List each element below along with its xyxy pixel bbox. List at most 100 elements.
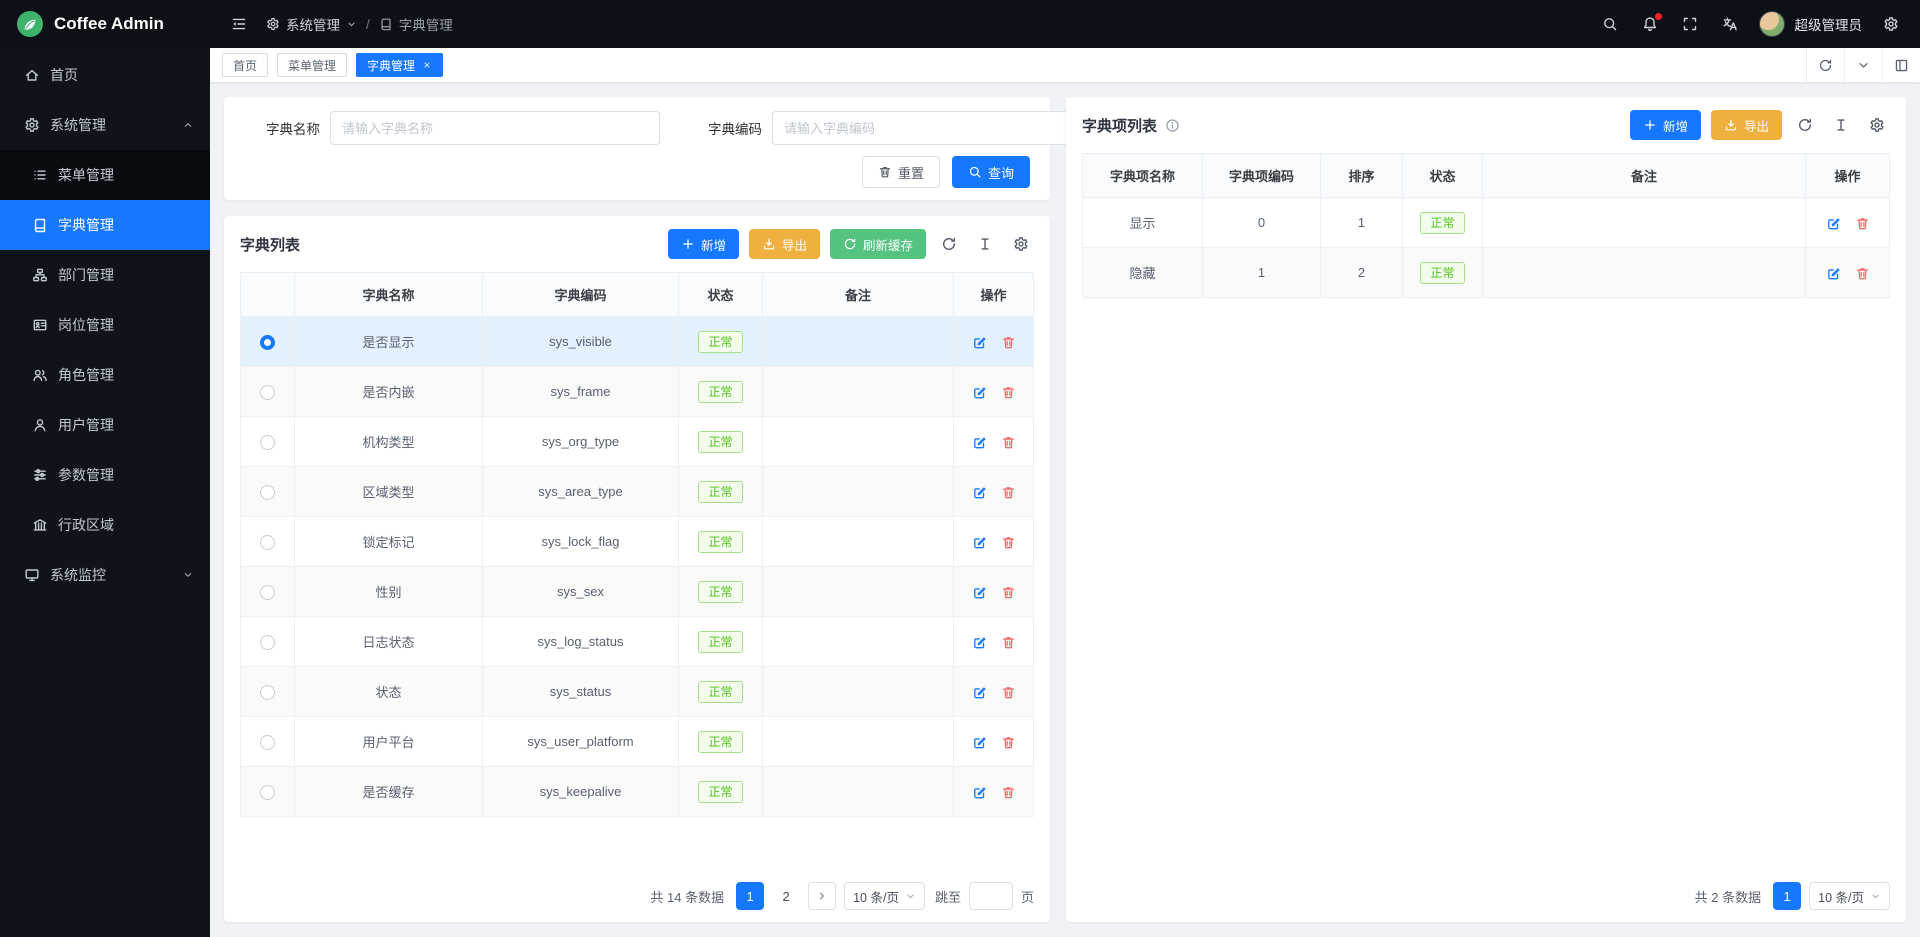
sidebar-item-menu-management[interactable]: 菜单管理 — [0, 150, 210, 200]
table-column-width-button[interactable] — [972, 231, 998, 257]
jump-input[interactable] — [969, 882, 1013, 910]
sidebar-item-system-monitor[interactable]: 系统监控 — [0, 550, 210, 600]
edit-button[interactable] — [972, 335, 987, 350]
sidebar-item-post-management[interactable]: 岗位管理 — [0, 300, 210, 350]
breadcrumb-item-system[interactable]: 系统管理 — [266, 14, 357, 34]
tab-close-button[interactable] — [422, 60, 432, 70]
dict-row[interactable]: 机构类型sys_org_type正常 — [241, 417, 1034, 467]
dict-refresh-cache-button[interactable]: 刷新缓存 — [830, 229, 926, 259]
item-table-column-width-button[interactable] — [1828, 112, 1854, 138]
table-settings-button[interactable] — [1008, 231, 1034, 257]
delete-button[interactable] — [1001, 385, 1016, 400]
delete-button[interactable] — [1001, 685, 1016, 700]
row-radio[interactable] — [260, 535, 275, 550]
dict-row[interactable]: 是否内嵌sys_frame正常 — [241, 367, 1034, 417]
sidebar-item-role-management[interactable]: 角色管理 — [0, 350, 210, 400]
sidebar-item-user-management[interactable]: 用户管理 — [0, 400, 210, 450]
delete-button[interactable] — [1001, 635, 1016, 650]
tab-0[interactable]: 首页 — [222, 53, 268, 77]
next-page-button[interactable] — [808, 882, 836, 910]
dict-list-title: 字典列表 — [240, 234, 300, 255]
tab-options-button[interactable] — [1844, 48, 1882, 82]
dict-add-button[interactable]: 新增 — [668, 229, 739, 259]
row-radio[interactable] — [260, 585, 275, 600]
user-name[interactable]: 超级管理员 — [1795, 14, 1863, 34]
delete-button[interactable] — [1001, 735, 1016, 750]
item-table-settings-button[interactable] — [1864, 112, 1890, 138]
row-radio[interactable] — [260, 685, 275, 700]
item-row[interactable]: 隐藏12正常 — [1083, 248, 1890, 298]
row-radio[interactable] — [260, 785, 275, 800]
edit-button[interactable] — [1826, 216, 1841, 231]
page-size-select[interactable]: 10 条/页 — [1809, 882, 1890, 910]
dict-row[interactable]: 状态sys_status正常 — [241, 667, 1034, 717]
page-size-select[interactable]: 10 条/页 — [844, 882, 925, 910]
item-export-button[interactable]: 导出 — [1711, 110, 1782, 140]
row-radio[interactable] — [260, 335, 275, 350]
dict-row[interactable]: 是否显示sys_visible正常 — [241, 317, 1034, 367]
edit-button[interactable] — [1826, 266, 1841, 281]
edit-button[interactable] — [972, 585, 987, 600]
delete-button[interactable] — [1001, 485, 1016, 500]
edit-button[interactable] — [972, 685, 987, 700]
edit-button[interactable] — [972, 535, 987, 550]
page-button-1[interactable]: 1 — [736, 882, 764, 910]
table-refresh-button[interactable] — [936, 231, 962, 257]
dict-row[interactable]: 用户平台sys_user_platform正常 — [241, 717, 1034, 767]
delete-button[interactable] — [1001, 785, 1016, 800]
row-radio[interactable] — [260, 435, 275, 450]
delete-button[interactable] — [1855, 266, 1870, 281]
sidebar-item-param-management[interactable]: 参数管理 — [0, 450, 210, 500]
tab-1[interactable]: 菜单管理 — [277, 53, 347, 77]
dict-row[interactable]: 性别sys_sex正常 — [241, 567, 1034, 617]
edit-button[interactable] — [972, 635, 987, 650]
delete-button[interactable] — [1855, 216, 1870, 231]
page-button-2[interactable]: 2 — [772, 882, 800, 910]
dict-name-input[interactable] — [330, 111, 660, 145]
edit-button[interactable] — [972, 485, 987, 500]
status-cell: 正常 — [679, 317, 763, 367]
dict-row[interactable]: 日志状态sys_log_status正常 — [241, 617, 1034, 667]
edit-button[interactable] — [972, 735, 987, 750]
dict-row[interactable]: 是否缓存sys_keepalive正常 — [241, 767, 1034, 817]
row-radio[interactable] — [260, 485, 275, 500]
app-logo[interactable]: Coffee Admin — [0, 0, 210, 48]
edit-button[interactable] — [972, 385, 987, 400]
delete-button[interactable] — [1001, 335, 1016, 350]
translate-icon[interactable] — [1719, 13, 1741, 35]
sidebar-item-dict-management[interactable]: 字典管理 — [0, 200, 210, 250]
item-table-refresh-button[interactable] — [1792, 112, 1818, 138]
edit-button[interactable] — [972, 785, 987, 800]
reset-button[interactable]: 重置 — [862, 156, 940, 188]
tab-2[interactable]: 字典管理 — [356, 53, 443, 77]
notification-bell-icon[interactable] — [1639, 13, 1661, 35]
tab-refresh-button[interactable] — [1806, 48, 1844, 82]
delete-button[interactable] — [1001, 585, 1016, 600]
row-radio[interactable] — [260, 385, 275, 400]
search-icon[interactable] — [1599, 13, 1621, 35]
settings-gear-icon[interactable] — [1880, 13, 1902, 35]
sidebar-item-admin-region[interactable]: 行政区域 — [0, 500, 210, 550]
sidebar-item-home[interactable]: 首页 — [0, 50, 210, 100]
dict-export-button[interactable]: 导出 — [749, 229, 820, 259]
search-submit-button[interactable]: 查询 — [952, 156, 1030, 188]
dict-code-cell: sys_status — [483, 667, 679, 717]
row-radio[interactable] — [260, 735, 275, 750]
fullscreen-icon[interactable] — [1679, 13, 1701, 35]
info-icon[interactable] — [1165, 118, 1180, 133]
row-radio[interactable] — [260, 635, 275, 650]
dict-row[interactable]: 区域类型sys_area_type正常 — [241, 467, 1034, 517]
user-avatar[interactable] — [1759, 11, 1785, 37]
delete-button[interactable] — [1001, 435, 1016, 450]
sidebar-item-system-management[interactable]: 系统管理 — [0, 100, 210, 150]
sidebar-collapse-button[interactable] — [228, 13, 250, 35]
item-row[interactable]: 显示01正常 — [1083, 198, 1890, 248]
dict-code-input[interactable] — [772, 111, 1102, 145]
dict-row[interactable]: 锁定标记sys_lock_flag正常 — [241, 517, 1034, 567]
sidebar-item-dept-management[interactable]: 部门管理 — [0, 250, 210, 300]
content-fullscreen-button[interactable] — [1882, 48, 1920, 82]
delete-button[interactable] — [1001, 535, 1016, 550]
edit-button[interactable] — [972, 435, 987, 450]
page-button-1[interactable]: 1 — [1773, 882, 1801, 910]
item-add-button[interactable]: 新增 — [1630, 110, 1701, 140]
